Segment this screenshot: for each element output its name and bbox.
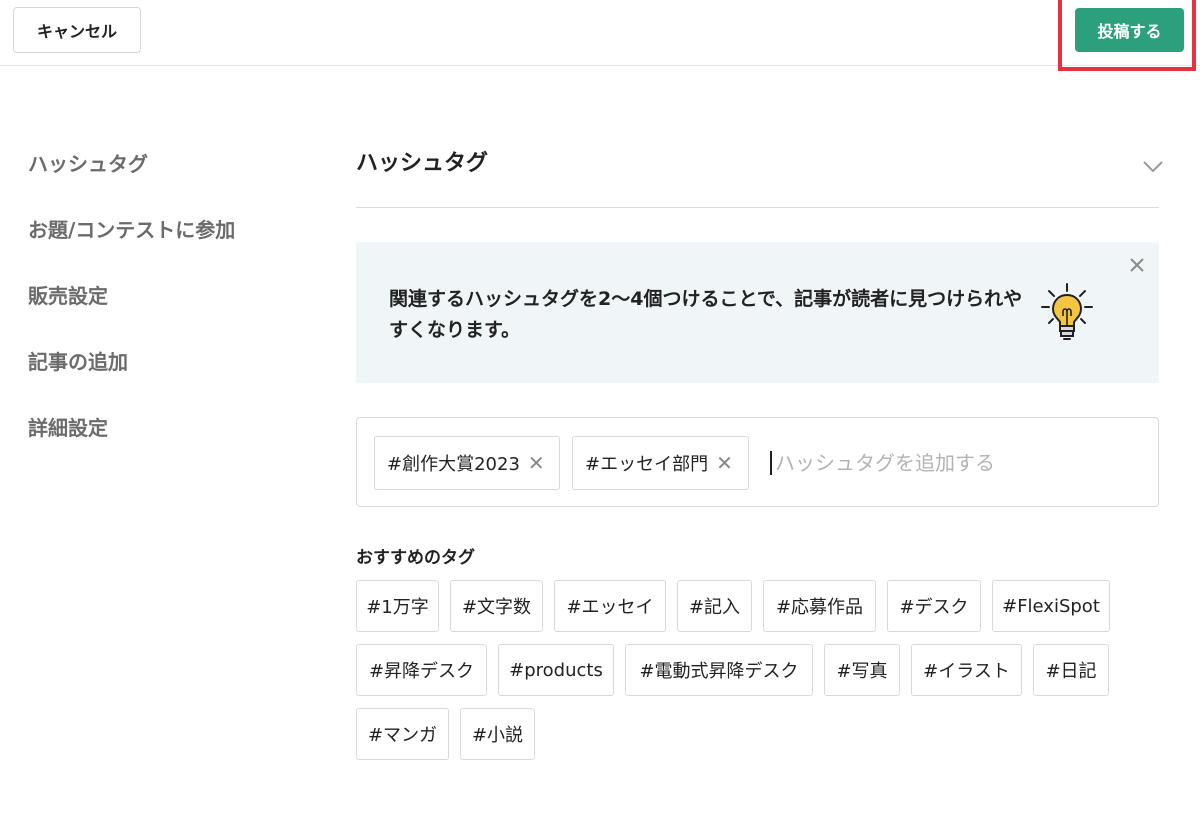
sidebar-item-hashtag[interactable]: ハッシュタグ [28, 148, 235, 214]
recommended-tag[interactable]: #products [498, 644, 614, 696]
sidebar-item-advanced[interactable]: 詳細設定 [28, 412, 235, 478]
recommended-tag[interactable]: #昇降デスク [356, 644, 487, 696]
text-caret [770, 451, 772, 475]
selected-tag: #創作大賞2023 ✕ [374, 436, 560, 490]
chevron-down-icon[interactable] [1141, 154, 1165, 178]
recommended-tag[interactable]: #文字数 [450, 580, 543, 632]
recommended-tag[interactable]: #日記 [1033, 644, 1109, 696]
recommended-tag[interactable]: #電動式昇降デスク [625, 644, 813, 696]
post-button[interactable]: 投稿する [1075, 8, 1184, 52]
recommended-tag[interactable]: #イラスト [911, 644, 1022, 696]
top-bar: キャンセル 投稿する [0, 0, 1200, 66]
sidebar-item-sales[interactable]: 販売設定 [28, 280, 235, 346]
recommended-tag[interactable]: #応募作品 [763, 580, 876, 632]
section-title: ハッシュタグ [356, 151, 489, 176]
lightbulb-icon [1039, 282, 1095, 344]
selected-tag-label: #エッセイ部門 [585, 454, 709, 475]
close-icon[interactable] [1128, 256, 1146, 274]
recommended-tag[interactable]: #FlexiSpot [992, 580, 1110, 632]
selected-tag: #エッセイ部門 ✕ [572, 436, 749, 490]
selected-tag-label: #創作大賞2023 [387, 454, 520, 475]
recommended-tag[interactable]: #1万字 [356, 580, 439, 632]
tip-box: 関連するハッシュタグを2〜4個つけることで、記事が読者に見つけられやすくなります… [356, 242, 1159, 383]
recommended-tag[interactable]: #マンガ [356, 708, 449, 760]
recommended-tag[interactable]: #デスク [887, 580, 981, 632]
cancel-button[interactable]: キャンセル [13, 7, 141, 53]
recommended-tag[interactable]: #エッセイ [554, 580, 666, 632]
recommended-tag[interactable]: #記入 [677, 580, 752, 632]
remove-tag-icon[interactable]: ✕ [528, 453, 545, 473]
recommended-tags-label: おすすめのタグ [356, 548, 475, 568]
sidebar-item-contest[interactable]: お題/コンテストに参加 [28, 214, 235, 280]
recommended-tag[interactable]: #写真 [824, 644, 900, 696]
section-divider [356, 207, 1159, 208]
recommended-tag[interactable]: #小説 [460, 708, 535, 760]
tip-text: 関連するハッシュタグを2〜4個つけることで、記事が読者に見つけられやすくなります… [389, 288, 1023, 341]
sidebar-nav: ハッシュタグ お題/コンテストに参加 販売設定 記事の追加 詳細設定 [28, 148, 235, 478]
hashtag-input[interactable] [775, 445, 1135, 481]
sidebar-item-add-article[interactable]: 記事の追加 [28, 346, 235, 412]
remove-tag-icon[interactable]: ✕ [716, 453, 733, 473]
hashtag-input-box[interactable]: #創作大賞2023 ✕ #エッセイ部門 ✕ [356, 417, 1159, 507]
